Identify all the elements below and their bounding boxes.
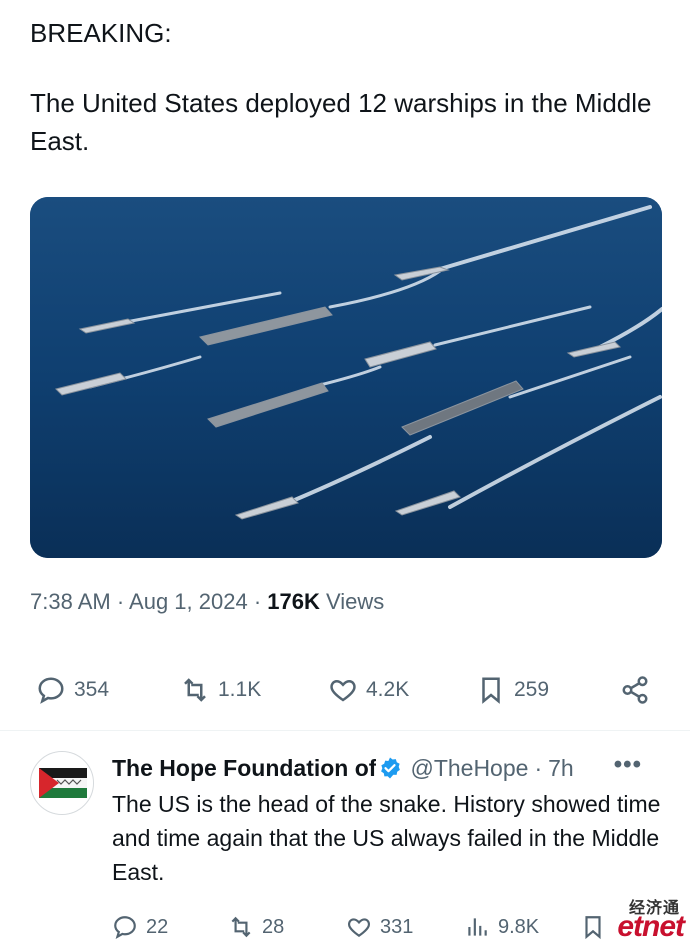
reply-icon [114, 916, 136, 940]
reply-text: The US is the head of the snake. History… [112, 791, 661, 885]
repost-button[interactable]: 1.1K [180, 668, 261, 712]
reply-like-button[interactable]: 331 [346, 909, 413, 945]
reply-repost-button[interactable]: 28 [228, 909, 284, 945]
more-icon[interactable]: ••• [614, 751, 642, 779]
reply-button[interactable]: 354 [36, 668, 109, 712]
reply-time[interactable]: 7h [548, 755, 574, 782]
reply-icon [38, 677, 64, 704]
avatar[interactable] [30, 751, 94, 815]
tweet-label: BREAKING: [30, 18, 172, 48]
reply-reply-count: 22 [146, 915, 169, 938]
views-label: Views [326, 589, 385, 614]
watermark-logo-text: etnet [617, 910, 685, 943]
tweet-timestamp[interactable]: 7:38 AM · Aug 1, 2024 · [30, 589, 261, 614]
watermark-logo: 经济通 etnet [590, 894, 686, 944]
reply-reply-button[interactable]: 22 [112, 909, 168, 945]
analytics-icon [468, 918, 487, 936]
tweet-media-image[interactable] [30, 197, 662, 558]
reply-views-button[interactable]: 9.8K [464, 909, 539, 945]
reply-views-count: 9.8K [498, 915, 540, 938]
bookmark-button[interactable]: 259 [476, 668, 549, 712]
repost-icon [184, 678, 206, 702]
separator: · [534, 754, 543, 781]
repost-count: 1.1K [218, 678, 262, 701]
reply-tweet[interactable]: The Hope Foundation of @TheHope · 7h •••… [0, 731, 690, 946]
repost-icon [231, 916, 251, 938]
views-count: 176K [267, 589, 320, 614]
author-handle[interactable]: @TheHope [410, 755, 528, 782]
reply-action-bar: 22 28 331 9.8K [0, 909, 690, 945]
tweet-action-bar: 354 1.1K 4.2K 259 [0, 668, 690, 712]
avatar-flag-image [31, 752, 93, 814]
share-button[interactable] [620, 668, 650, 712]
reply-like-count: 331 [380, 915, 414, 938]
tweet-meta: 7:38 AM · Aug 1, 2024 · 176K Views [30, 586, 384, 618]
share-icon [622, 676, 648, 704]
heart-icon [330, 679, 356, 702]
like-button[interactable]: 4.2K [328, 668, 409, 712]
fleet-photo [30, 197, 662, 558]
bookmark-icon [482, 677, 500, 704]
reply-repost-count: 28 [262, 915, 285, 938]
reply-header: The Hope Foundation of @TheHope · 7h ••• [112, 751, 672, 785]
reply-count: 354 [74, 678, 110, 701]
tweet-body: The United States deployed 12 warships i… [30, 88, 652, 156]
like-count: 4.2K [366, 678, 410, 701]
bookmark-count: 259 [514, 678, 550, 701]
tweet-text: BREAKING: The United States deployed 12 … [30, 14, 660, 160]
verified-badge-icon [381, 757, 401, 779]
author-name[interactable]: The Hope Foundation of [112, 755, 376, 782]
heart-icon [348, 918, 370, 937]
